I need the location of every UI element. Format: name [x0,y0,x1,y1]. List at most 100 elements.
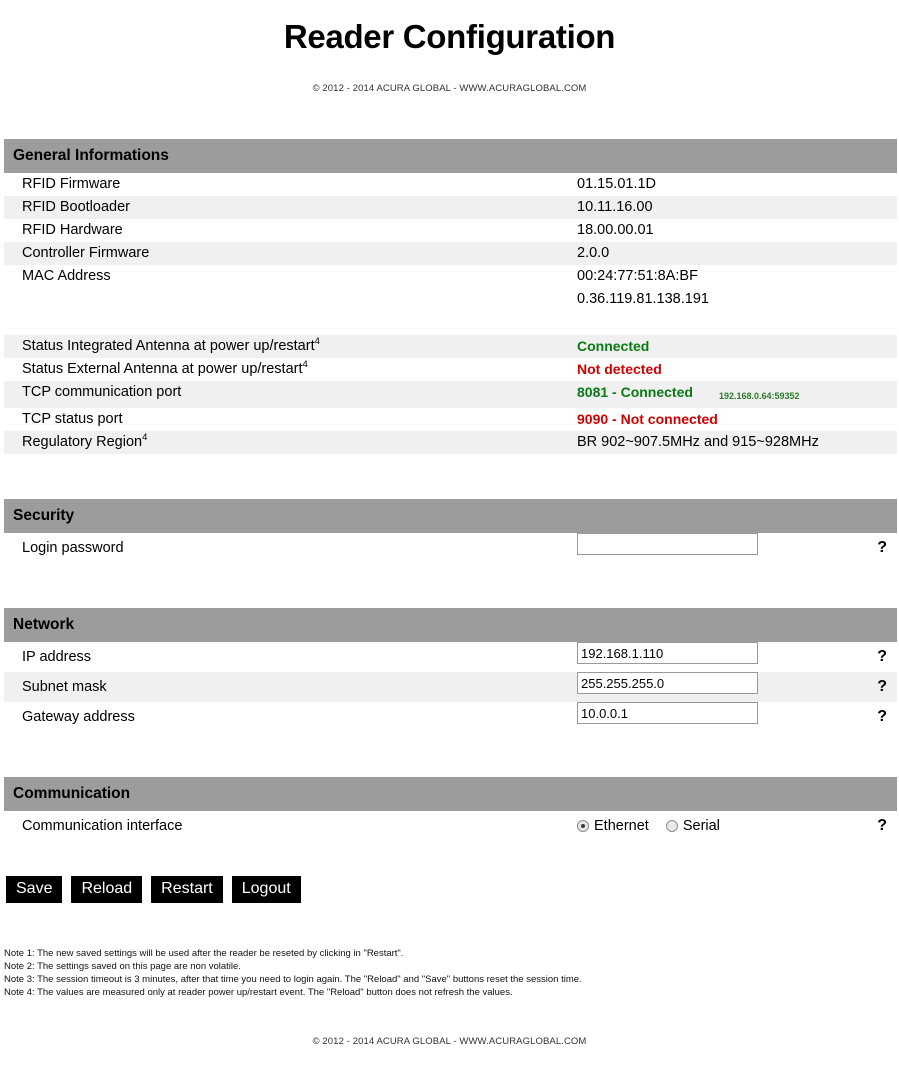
row-value: 10.11.16.00 [577,196,897,219]
security-rows: Login password? [4,533,897,563]
status-badge: 9090 - Not connected [577,411,718,427]
radio-option-serial[interactable]: Serial [665,811,720,841]
help-icon[interactable]: ? [877,672,887,702]
help-icon[interactable]: ? [877,533,887,563]
value-text-secondary: 0.36.119.81.138.191 [577,291,709,307]
row-label: Controller Firmware [22,245,150,261]
save-button[interactable]: Save [6,876,63,903]
row-communication-interface: Communication interface Ethernet Serial ? [4,811,897,841]
general-rows: RFID Firmware 01.15.01.1D RFID Bootloader 1… [4,173,897,454]
footnote-line: Note 1: The new saved settings will be u… [4,948,404,959]
radio-option-ethernet[interactable]: Ethernet [577,811,649,841]
table-row: RFID Bootloader 10.11.16.00 [4,196,897,219]
row-value: Ethernet Serial ? [577,811,897,841]
footnote-marker: 4 [142,432,148,444]
row-value: 2.0.0 [577,242,897,265]
value-lines: 10.11.16.00 [577,196,653,219]
table-row: RFID Hardware 18.00.00.01 [4,219,897,242]
radio-icon[interactable] [665,820,678,832]
row-value: BR 902~907.5MHz and 915~928MHz [577,431,897,454]
row-label: RFID Hardware [22,222,123,238]
footnote-line: Note 3: The session timeout is 3 minutes… [4,974,582,985]
row-label: Status Integrated Antenna at power up/re… [22,336,320,354]
network-gateway-address-input[interactable] [577,702,758,724]
row-label: Status External Antenna at power up/rest… [22,359,308,377]
row-value: ? [577,533,897,563]
restart-button[interactable]: Restart [151,876,223,903]
value-text: 2.0.0 [577,245,610,261]
footnote-marker: 4 [302,359,308,371]
section-header-network: Network [4,608,897,642]
table-row: TCP status port 9090 - Not connected [4,408,897,431]
value-lines: 2.0.0 [577,242,609,265]
table-row: Status External Antenna at power up/rest… [4,358,897,381]
table-row: TCP communication port 8081 - Connected 19… [4,381,897,408]
row-value: ? [577,672,897,702]
table-row: RFID Firmware 01.15.01.1D [4,173,897,196]
row-value: 01.15.01.1D [577,173,897,196]
row-label: MAC Address [22,268,111,284]
communication-rows: Communication interface Ethernet Serial ? [4,811,897,841]
footnotes: Note 1: The new saved settings will be u… [4,947,899,999]
value-text: 18.00.00.01 [577,222,654,238]
help-icon[interactable]: ? [877,702,887,732]
value-lines: 00:24:77:51:8A:BF 0.36.119.81.138.191 [577,265,709,311]
row-label: RFID Bootloader [22,199,130,215]
form-row: Subnet mask? [4,672,897,702]
value-lines: 8081 - Connected [577,381,693,404]
row-label: Communication interface [22,818,183,834]
row-label: Gateway address [22,709,135,725]
row-value: ? [577,702,897,732]
row-value: Connected [577,335,897,358]
value-text: 10.11.16.00 [577,199,653,215]
connection-detail: 192.168.0.64:59352 [718,391,800,401]
table-row: Controller Firmware 2.0.0 [4,242,897,265]
communication-interface-radio-group[interactable]: Ethernet Serial [577,811,720,841]
row-value: Not detected [577,358,897,381]
form-row: IP address? [4,642,897,672]
radio-label: Serial [682,818,720,834]
row-label: RFID Firmware [22,176,121,192]
section-header-general: General Informations [4,139,897,173]
page-root: Reader Configuration © 2012 - 2014 ACURA… [0,17,899,1047]
table-row: Regulatory Region4 BR 902~907.5MHz and 91… [4,431,897,454]
network-ip-address-input[interactable] [577,642,758,664]
help-icon[interactable]: ? [877,811,887,841]
section-communication: Communication Communication interface Et… [0,777,899,841]
row-value: 9090 - Not connected [577,408,897,431]
button-bar: Save Reload Restart Logout [6,876,899,903]
footnote-line: Note 2: The settings saved on this page … [4,961,241,972]
row-label: TCP status port [22,411,123,427]
footnote-marker: 4 [314,336,320,348]
value-lines: 18.00.00.01 [577,219,654,242]
value-lines: BR 902~907.5MHz and 915~928MHz [577,431,819,454]
row-label: TCP communication port [22,384,182,400]
reload-button[interactable]: Reload [71,876,143,903]
row-value: 8081 - Connected 192.168.0.64:59352 [577,381,897,408]
row-label: Subnet mask [22,679,107,695]
row-label: Regulatory Region4 [22,432,148,450]
row-value: ? [577,642,897,672]
network-subnet-mask-input[interactable] [577,672,758,694]
footnote-line: Note 4: The values are measured only at … [4,987,513,998]
top-copyright: © 2012 - 2014 ACURA GLOBAL - WWW.ACURAGL… [312,83,587,94]
value-text: BR 902~907.5MHz and 915~928MHz [577,434,819,450]
help-icon[interactable]: ? [877,642,887,672]
section-header-communication: Communication [4,777,897,811]
logout-button[interactable]: Logout [231,876,301,903]
form-row: Gateway address? [4,702,897,732]
value-lines: 01.15.01.1D [577,173,656,196]
value-lines: 9090 - Not connected [577,408,718,431]
form-row: Login password? [4,533,897,563]
status-badge: Connected [577,338,650,354]
section-header-security: Security [4,499,897,533]
security-login-password-input[interactable] [577,533,758,555]
status-badge: Not detected [577,361,662,377]
radio-icon[interactable] [577,820,589,832]
value-lines: Not detected [577,358,662,381]
value-text: 01.15.01.1D [577,176,657,192]
row-label: Login password [22,540,124,556]
